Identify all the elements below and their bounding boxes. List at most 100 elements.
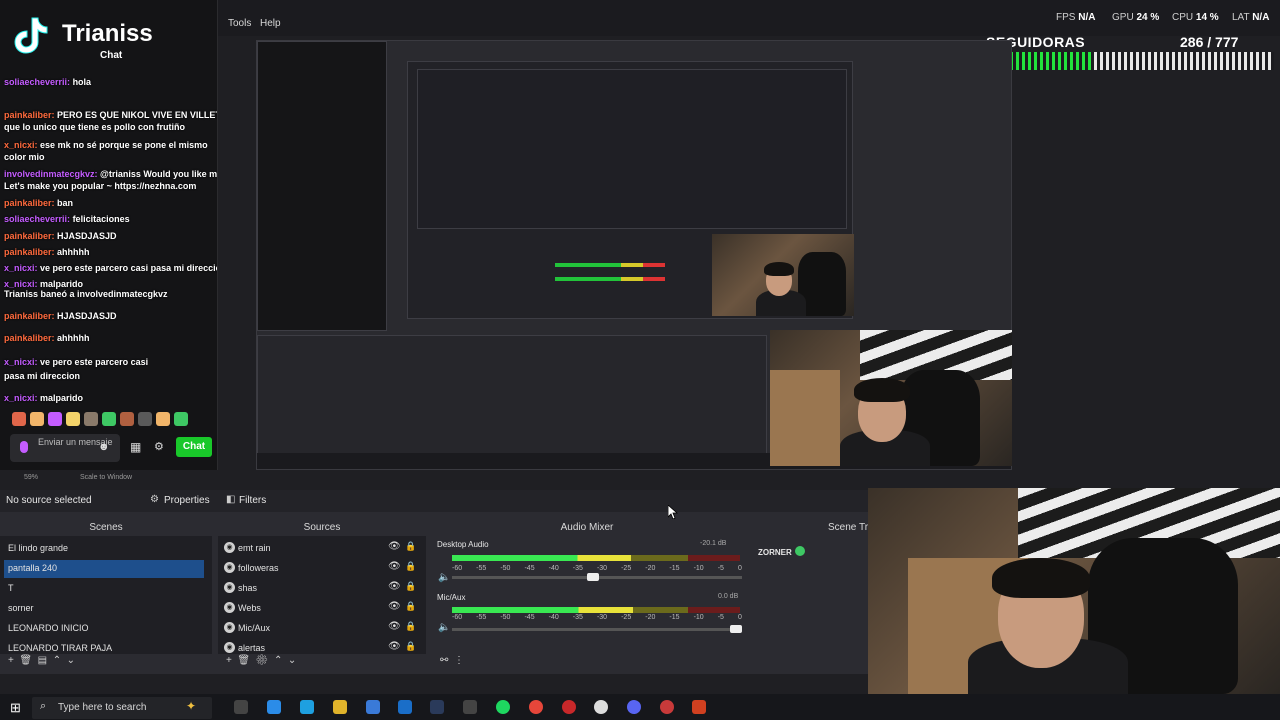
lock-icon[interactable]: 🔒: [405, 641, 416, 652]
chat-username[interactable]: painkaliber:: [4, 198, 55, 208]
chat-username[interactable]: x_nicxi:: [4, 357, 38, 367]
chat-username[interactable]: involvedinmatecgkvz:: [4, 169, 98, 179]
more-icon[interactable]: ⋮: [454, 655, 464, 666]
emote-icon[interactable]: [138, 412, 152, 426]
app-icon[interactable]: [463, 700, 477, 714]
chat-username[interactable]: soliaecheverrii:: [4, 214, 70, 224]
mic-volume-slider[interactable]: [452, 628, 742, 631]
scene-item[interactable]: El lindo grande: [4, 540, 204, 558]
task-view-icon[interactable]: [234, 700, 248, 714]
taskbar-search[interactable]: Type here to search: [32, 697, 212, 719]
scene-item[interactable]: T: [4, 580, 204, 598]
trash-icon[interactable]: 🗑: [237, 655, 250, 666]
scene-item[interactable]: LEONARDO INICIO: [4, 620, 204, 638]
visibility-eye-icon[interactable]: 👁: [388, 561, 401, 572]
lock-icon[interactable]: 🔒: [405, 541, 416, 552]
emote-icon[interactable]: [48, 412, 62, 426]
emote-icon[interactable]: [156, 412, 170, 426]
chat-username[interactable]: x_nicxi:: [4, 263, 38, 273]
chat-username[interactable]: painkaliber:: [4, 311, 55, 321]
chat-username[interactable]: painkaliber:: [4, 110, 55, 120]
spotify-icon[interactable]: [496, 700, 510, 714]
visibility-eye-icon[interactable]: 👁: [388, 601, 401, 612]
microphone-icon[interactable]: [20, 441, 28, 453]
chat-username[interactable]: painkaliber:: [4, 247, 55, 257]
steam-icon[interactable]: [430, 700, 444, 714]
outlook-icon[interactable]: [398, 700, 412, 714]
edge-icon[interactable]: [300, 700, 314, 714]
visibility-eye-icon[interactable]: 👁: [388, 581, 401, 592]
lock-icon[interactable]: 🔒: [405, 601, 416, 612]
desktop-volume-knob[interactable]: [587, 573, 600, 581]
chevron-up-icon[interactable]: ⌃: [53, 655, 61, 666]
emoji-icon[interactable]: ☻: [98, 441, 110, 453]
obs-icon[interactable]: [594, 700, 608, 714]
emote-icon[interactable]: [66, 412, 80, 426]
discord-icon[interactable]: [627, 700, 641, 714]
opera-icon[interactable]: [562, 700, 576, 714]
source-item[interactable]: ◉ followeras 👁 🔒: [222, 561, 418, 579]
app-icon[interactable]: [267, 700, 281, 714]
link-icon[interactable]: ⚯: [440, 655, 448, 666]
menu-tools[interactable]: Tools: [228, 18, 251, 29]
scale-to-window[interactable]: Scale to Window: [80, 474, 132, 481]
filters-icon[interactable]: ◧: [226, 494, 235, 505]
emote-icon[interactable]: [102, 412, 116, 426]
scene-item[interactable]: sorner: [4, 600, 204, 618]
file-explorer-icon[interactable]: [333, 700, 347, 714]
chat-message: Trianiss baneó a involvedinmatecgkvz: [4, 288, 168, 300]
filters-button[interactable]: Filters: [239, 495, 266, 506]
emote-bar[interactable]: [12, 412, 188, 430]
gift-icon[interactable]: ▦: [130, 440, 141, 454]
visibility-eye-icon[interactable]: 👁: [388, 621, 401, 632]
mic-volume-knob[interactable]: [730, 625, 742, 633]
chrome-icon[interactable]: [529, 700, 543, 714]
chat-username[interactable]: painkaliber:: [4, 333, 55, 343]
chat-send-button[interactable]: Chat: [176, 437, 212, 457]
gear-icon[interactable]: ⚙: [256, 655, 269, 666]
speaker-icon[interactable]: 🔈: [438, 622, 450, 633]
emote-icon[interactable]: [12, 412, 26, 426]
chat-text: Let's make you popular ~ https://nezhna.…: [4, 181, 197, 191]
visibility-eye-icon[interactable]: 👁: [388, 641, 401, 652]
store-icon[interactable]: [366, 700, 380, 714]
emote-icon[interactable]: [120, 412, 134, 426]
chat-username[interactable]: x_nicxi:: [4, 393, 38, 403]
properties-button[interactable]: Properties: [164, 495, 210, 506]
emote-icon[interactable]: [174, 412, 188, 426]
chat-username[interactable]: x_nicxi:: [4, 140, 38, 150]
transition-item[interactable]: ZORNER: [758, 548, 792, 557]
chat-username[interactable]: painkaliber:: [4, 231, 55, 241]
chevron-down-icon[interactable]: ⌄: [67, 655, 75, 666]
visibility-eye-icon[interactable]: 👁: [388, 541, 401, 552]
app-icon[interactable]: [692, 700, 706, 714]
speaker-icon[interactable]: 🔈: [438, 572, 450, 583]
chevron-down-icon[interactable]: ⌄: [288, 655, 296, 666]
sparkle-icon[interactable]: ✦: [186, 699, 196, 713]
desktop-meter-level: [452, 555, 631, 561]
source-item[interactable]: ◉ Mic/Aux 👁 🔒: [222, 621, 418, 639]
source-item[interactable]: ◉ emt rain 👁 🔒: [222, 541, 418, 559]
source-item[interactable]: ◉ Webs 👁 🔒: [222, 601, 418, 619]
meter-tick-label: 0: [737, 614, 742, 621]
add-icon[interactable]: +: [226, 655, 232, 666]
no-source-label: No source selected: [6, 495, 92, 506]
nested-docks: [257, 335, 767, 455]
emote-icon[interactable]: [30, 412, 44, 426]
chat-username[interactable]: soliaecheverrii:: [4, 77, 70, 87]
lock-icon[interactable]: 🔒: [405, 581, 416, 592]
emote-icon[interactable]: [84, 412, 98, 426]
filter-icon[interactable]: ▤: [38, 655, 47, 666]
properties-icon[interactable]: ⚙: [150, 494, 159, 505]
source-item[interactable]: ◉ shas 👁 🔒: [222, 581, 418, 599]
lock-icon[interactable]: 🔒: [405, 621, 416, 632]
chevron-up-icon[interactable]: ⌃: [274, 655, 282, 666]
menu-help[interactable]: Help: [260, 18, 281, 29]
gear-icon[interactable]: ⚙: [154, 440, 164, 453]
scene-item[interactable]: pantalla 240: [4, 560, 204, 578]
lock-icon[interactable]: 🔒: [405, 561, 416, 572]
app-icon[interactable]: [660, 700, 674, 714]
trash-icon[interactable]: 🗑: [19, 655, 32, 666]
add-icon[interactable]: +: [8, 655, 14, 666]
windows-start-icon[interactable]: ⊞: [10, 700, 21, 716]
